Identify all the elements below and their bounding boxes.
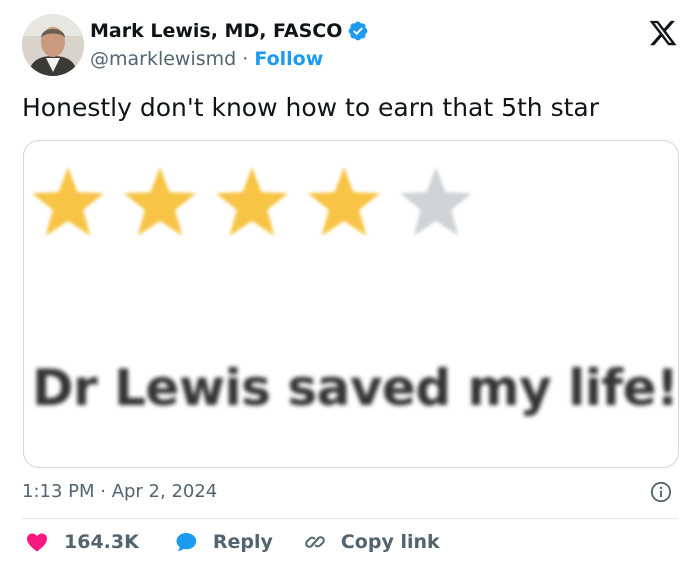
link-icon <box>305 536 325 548</box>
tweet-text: Honestly don't know how to earn that 5th… <box>22 93 600 122</box>
star-filled-icon <box>307 167 381 236</box>
heart-icon <box>27 533 47 552</box>
tweet-actions: 164.3K Reply Copy link <box>24 530 440 554</box>
handle-separator: · <box>242 48 249 70</box>
tweet-media[interactable]: Dr Lewis saved my life! <box>23 140 679 468</box>
verified-badge-icon <box>348 21 368 41</box>
copy-link-button[interactable]: Copy link <box>303 530 440 554</box>
divider <box>22 518 678 519</box>
copy-link-label: Copy link <box>340 531 440 553</box>
follow-button[interactable]: Follow <box>254 48 323 70</box>
like-button[interactable]: 164.3K <box>24 530 139 554</box>
star-filled-icon <box>31 167 105 236</box>
star-rating <box>31 167 470 236</box>
star-filled-icon <box>123 167 197 236</box>
avatar[interactable] <box>22 14 84 76</box>
info-icon[interactable] <box>650 481 672 503</box>
x-logo-icon[interactable] <box>648 18 678 48</box>
avatar-image <box>22 14 84 76</box>
star-empty-icon <box>399 167 470 236</box>
star-filled-icon <box>215 167 289 236</box>
author-handle[interactable]: @marklewismd <box>90 48 236 70</box>
review-text: Dr Lewis saved my life! <box>32 359 679 417</box>
author-display-name[interactable]: Mark Lewis, MD, FASCO <box>90 20 342 42</box>
tweet-timestamp[interactable]: 1:13 PM · Apr 2, 2024 <box>22 481 217 502</box>
chat-bubble-icon <box>176 533 197 551</box>
reply-label: Reply <box>212 531 273 553</box>
reply-button[interactable]: Reply <box>173 530 273 554</box>
like-count: 164.3K <box>64 531 139 553</box>
